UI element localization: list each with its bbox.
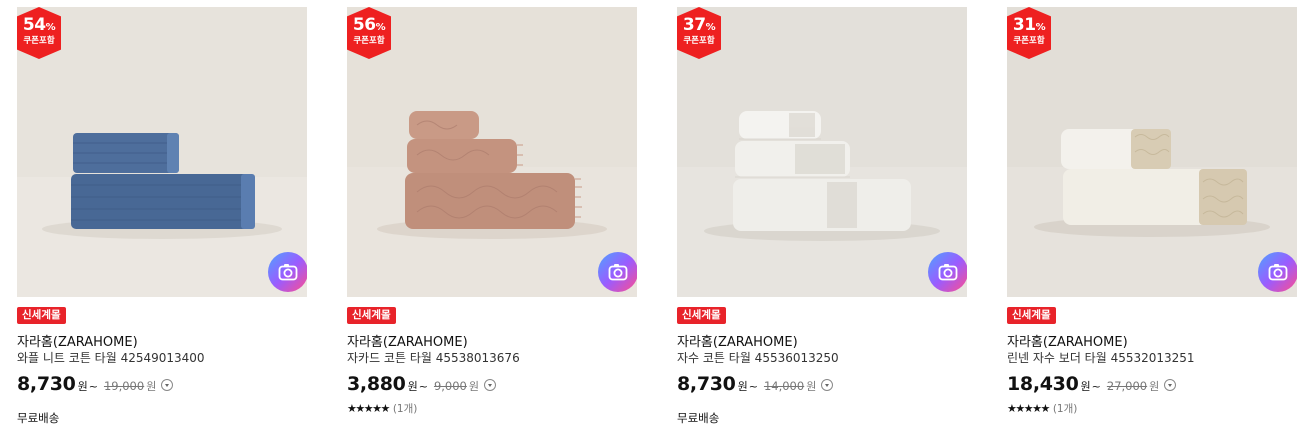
coupon-label: 쿠폰포함: [353, 36, 385, 46]
product-card[interactable]: 56% 쿠폰포함 신세계몰 자라홈(ZARAHOME) 자카드 코튼 타월 45…: [347, 0, 639, 431]
original-price: 27,000: [1106, 379, 1148, 393]
camera-search-button[interactable]: [928, 252, 967, 292]
coupon-label: 쿠폰포함: [683, 36, 715, 46]
store-tag: 신세계몰: [1007, 307, 1056, 324]
discount-badge: 54% 쿠폰포함: [17, 7, 61, 59]
product-image[interactable]: 31% 쿠폰포함: [1007, 7, 1297, 297]
chevron-down-circle-icon[interactable]: [161, 379, 174, 391]
sale-price: 3,880: [347, 373, 406, 395]
original-currency-unit: 원: [1149, 380, 1160, 393]
towel-photo: [347, 7, 637, 297]
sale-price: 8,730: [17, 373, 76, 395]
product-image[interactable]: 37% 쿠폰포함: [677, 7, 967, 297]
price-row: 8,730 원 ~ 14,000 원: [677, 373, 834, 397]
discount-badge: 31% 쿠폰포함: [1007, 7, 1051, 59]
review-count[interactable]: (1개): [1053, 403, 1078, 415]
product-card[interactable]: 37% 쿠폰포함 신세계몰 자라홈(ZARAHOME) 자수 코튼 타월 455…: [677, 0, 969, 431]
price-tilde: ~: [1091, 380, 1101, 393]
discount-value: 54: [22, 15, 46, 35]
currency-unit: 원: [77, 380, 88, 393]
original-price: 19,000: [103, 379, 145, 393]
product-image[interactable]: 56% 쿠폰포함: [347, 7, 637, 297]
camera-search-button[interactable]: [1258, 252, 1297, 292]
towel-photo: [1007, 7, 1297, 297]
brand-name[interactable]: 자라홈(ZARAHOME): [1007, 331, 1128, 350]
free-shipping-label: 무료배송: [17, 411, 60, 425]
price-tilde: ~: [418, 380, 428, 393]
camera-icon: [278, 264, 298, 281]
towel-photo: [677, 7, 967, 297]
percent-sign: %: [705, 22, 716, 33]
percent-sign: %: [45, 22, 56, 33]
discount-badge: 37% 쿠폰포함: [677, 7, 721, 59]
discount-badge: 56% 쿠폰포함: [347, 7, 391, 59]
camera-icon: [938, 264, 958, 281]
sale-price: 18,430: [1007, 373, 1079, 395]
brand-name[interactable]: 자라홈(ZARAHOME): [677, 331, 798, 350]
store-tag: 신세계몰: [347, 307, 396, 324]
brand-name[interactable]: 자라홈(ZARAHOME): [17, 331, 138, 350]
original-currency-unit: 원: [806, 380, 817, 393]
percent-sign: %: [375, 22, 386, 33]
camera-icon: [608, 264, 628, 281]
price-row: 8,730 원 ~ 19,000 원: [17, 373, 174, 397]
chevron-down-circle-icon[interactable]: [1164, 379, 1177, 391]
chevron-down-circle-icon[interactable]: [484, 379, 497, 391]
price-row: 3,880 원 ~ 9,000 원: [347, 373, 497, 397]
original-price: 9,000: [433, 379, 467, 393]
product-card[interactable]: 54% 쿠폰포함 신세계몰 자라홈(ZARAHOME) 와플 니트 코튼 타월 …: [17, 0, 309, 431]
price-row: 18,430 원 ~ 27,000 원: [1007, 373, 1177, 397]
store-tag: 신세계몰: [677, 307, 726, 324]
camera-icon: [1268, 264, 1288, 281]
free-shipping-label: 무료배송: [677, 411, 720, 425]
coupon-label: 쿠폰포함: [23, 36, 55, 46]
currency-unit: 원: [1080, 380, 1091, 393]
camera-search-button[interactable]: [268, 252, 307, 292]
product-image[interactable]: 54% 쿠폰포함: [17, 7, 307, 297]
rating: ★★★★★ (1개): [1007, 401, 1077, 416]
towel-photo: [17, 7, 307, 297]
chevron-down-circle-icon[interactable]: [821, 379, 834, 391]
discount-value: 31: [1012, 15, 1036, 35]
original-price: 14,000: [763, 379, 805, 393]
star-rating-icon: ★★★★★: [1007, 402, 1050, 415]
brand-name[interactable]: 자라홈(ZARAHOME): [347, 331, 468, 350]
coupon-label: 쿠폰포함: [1013, 36, 1045, 46]
product-name[interactable]: 린넨 자수 보더 타월 45532013251: [1007, 349, 1195, 366]
percent-sign: %: [1035, 22, 1046, 33]
currency-unit: 원: [407, 380, 418, 393]
original-currency-unit: 원: [146, 380, 157, 393]
product-name[interactable]: 자카드 코튼 타월 45538013676: [347, 349, 520, 366]
sale-price: 8,730: [677, 373, 736, 395]
review-count[interactable]: (1개): [393, 403, 418, 415]
price-tilde: ~: [748, 380, 758, 393]
star-rating-icon: ★★★★★: [347, 402, 390, 415]
discount-value: 56: [352, 15, 376, 35]
rating: ★★★★★ (1개): [347, 401, 417, 416]
original-currency-unit: 원: [468, 380, 480, 393]
discount-value: 37: [682, 15, 706, 35]
price-tilde: ~: [88, 380, 98, 393]
currency-unit: 원: [737, 380, 748, 393]
camera-search-button[interactable]: [598, 252, 637, 292]
product-card[interactable]: 31% 쿠폰포함 신세계몰 자라홈(ZARAHOME) 린넨 자수 보더 타월 …: [1007, 0, 1299, 431]
product-name[interactable]: 자수 코튼 타월 45536013250: [677, 349, 839, 366]
store-tag: 신세계몰: [17, 307, 66, 324]
product-name[interactable]: 와플 니트 코튼 타월 42549013400: [17, 349, 205, 366]
